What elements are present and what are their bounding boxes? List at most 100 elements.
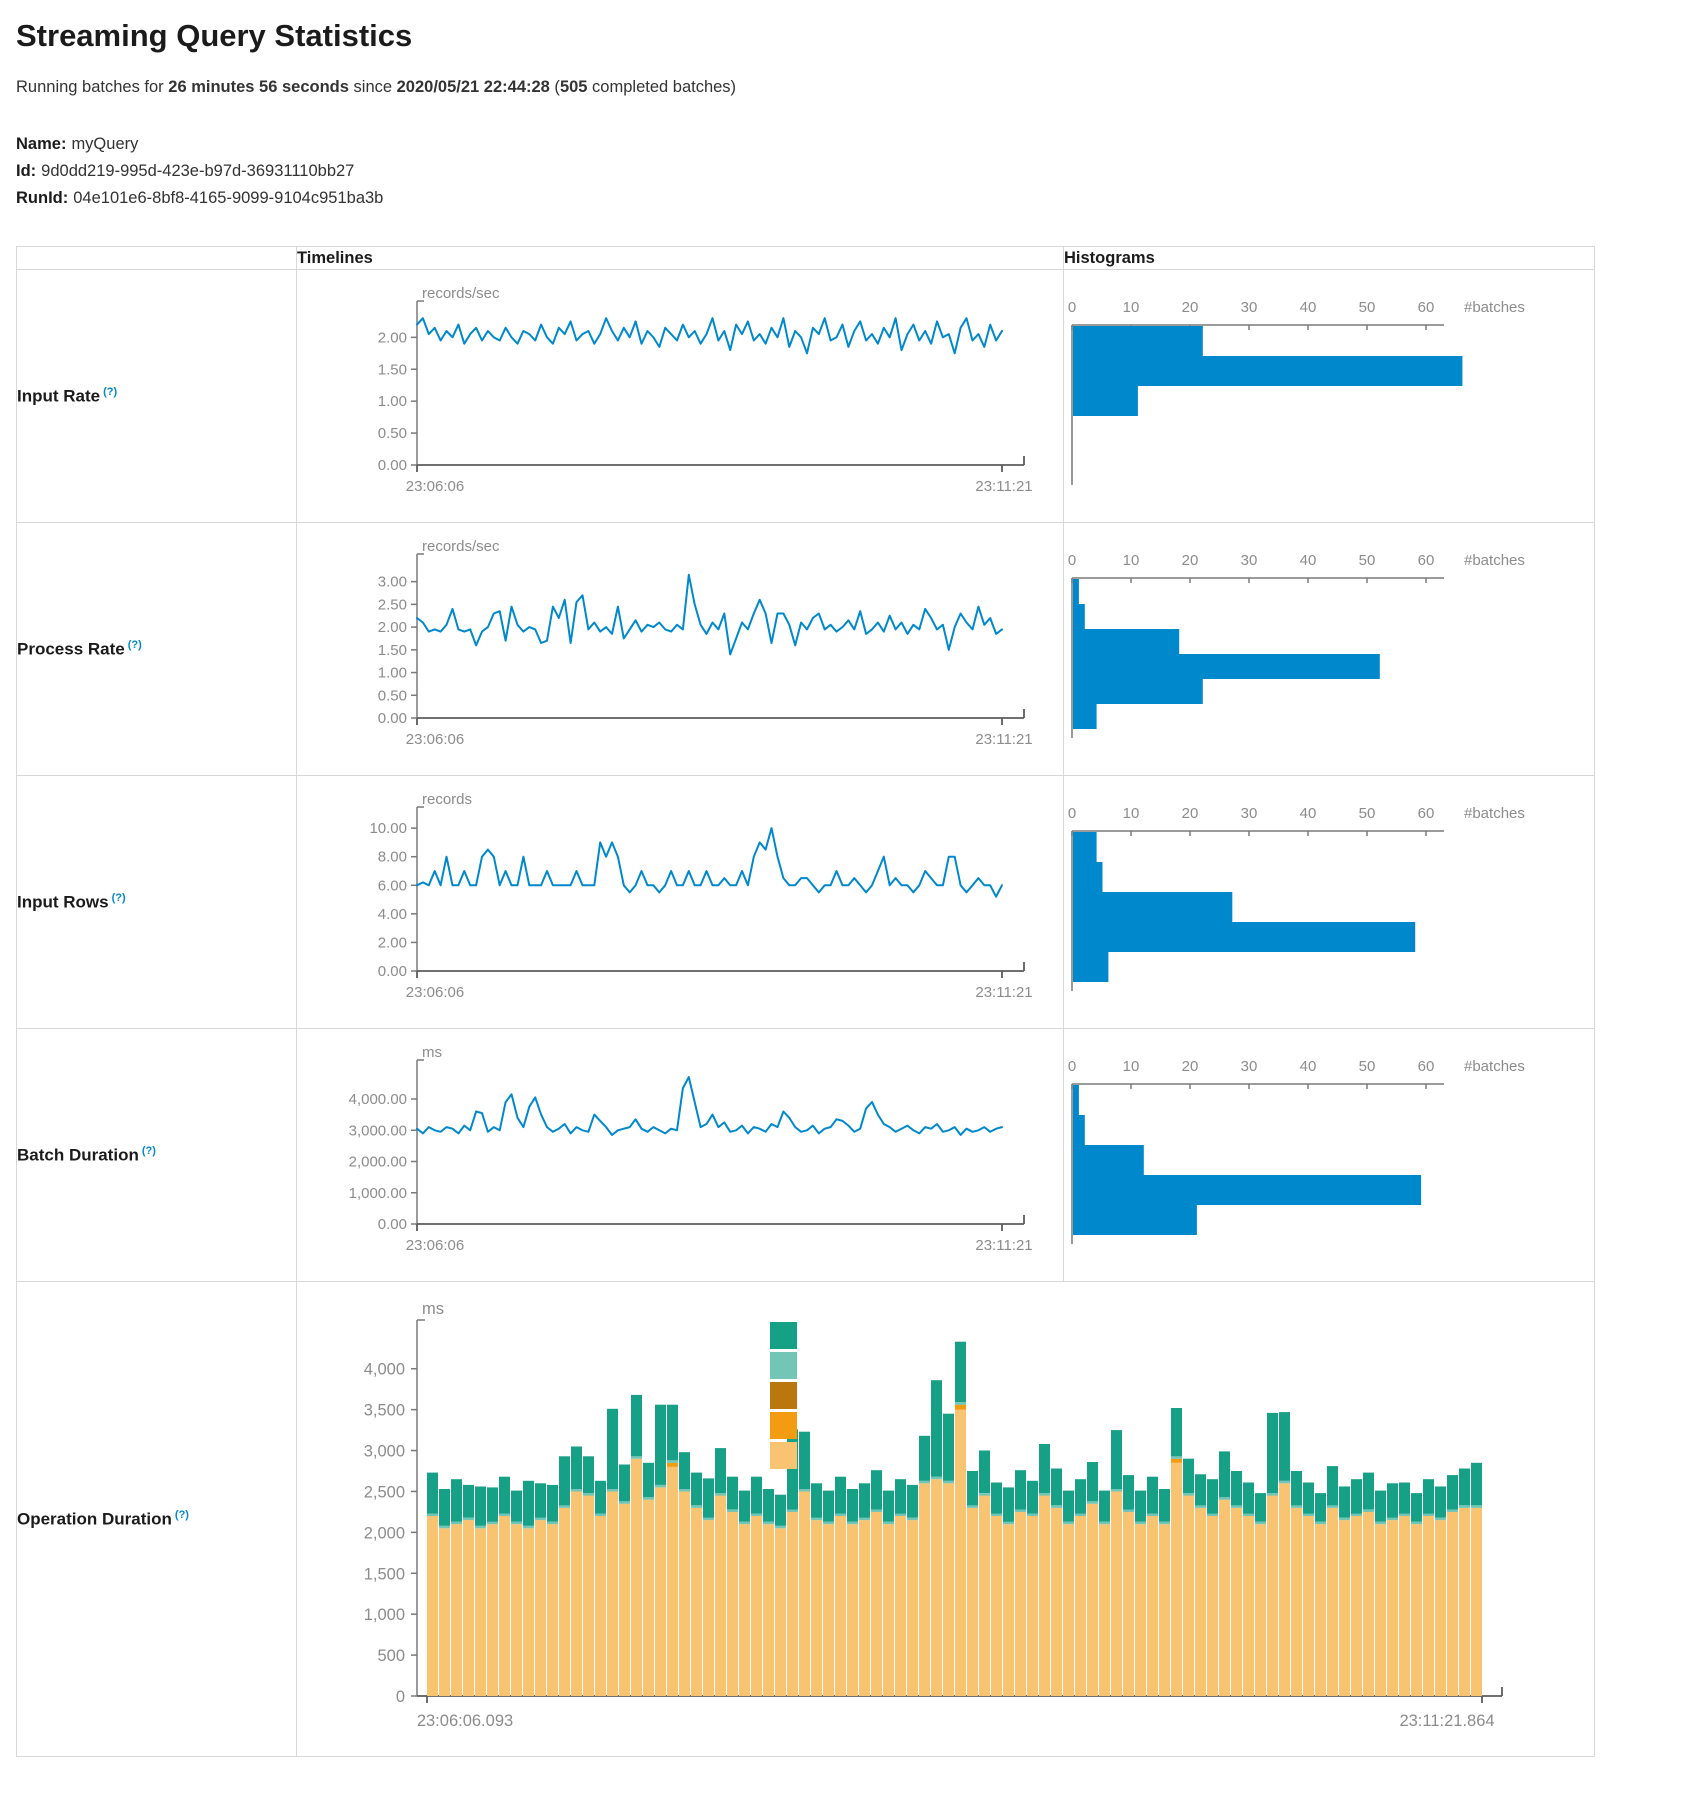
stacked-bar-segment	[715, 1496, 726, 1697]
stacked-bar-segment	[715, 1448, 726, 1493]
stacked-bar-segment	[799, 1432, 810, 1489]
stacked-bar-segment	[463, 1518, 474, 1521]
stacked-bar-segment	[991, 1483, 1002, 1514]
stacked-bar-segment	[1171, 1463, 1182, 1696]
stacked-bar-segment	[535, 1518, 546, 1521]
table-header-row: Timelines Histograms	[17, 247, 1595, 270]
query-runid-label: RunId:	[16, 189, 68, 207]
stacked-bar-segment	[751, 1477, 762, 1514]
help-icon[interactable]: (?)	[128, 639, 142, 651]
svg-text:records: records	[422, 791, 472, 808]
help-icon[interactable]: (?)	[142, 1145, 156, 1157]
stacked-bar-segment	[1147, 1514, 1158, 1517]
row-label-cell-input-rows: Input Rows(?)	[17, 776, 297, 1029]
histogram-cell: 0102030405060#batches	[1064, 523, 1595, 776]
svg-text:#batches: #batches	[1464, 805, 1525, 822]
stacked-bar-segment	[1231, 1471, 1242, 1505]
stacked-bar-segment	[1255, 1522, 1266, 1525]
svg-text:40: 40	[1300, 299, 1317, 316]
row-label-cell-process-rate: Process Rate(?)	[17, 523, 297, 776]
histogram-bar	[1073, 356, 1462, 386]
stacked-bar-segment	[1447, 1512, 1458, 1696]
stacked-bar-segment	[1087, 1462, 1098, 1501]
svg-text:40: 40	[1300, 805, 1317, 822]
stacked-bar-segment	[1459, 1505, 1470, 1508]
svg-text:23:11:21: 23:11:21	[975, 984, 1032, 1001]
stacked-bar-segment	[1183, 1493, 1194, 1496]
histogram-bar	[1073, 629, 1179, 654]
stacked-bar-segment	[823, 1491, 834, 1522]
stacked-bar-segment	[439, 1528, 450, 1696]
stacked-bar-segment	[643, 1463, 654, 1497]
svg-text:10: 10	[1123, 1058, 1140, 1075]
stacked-bar-segment	[571, 1492, 582, 1697]
svg-text:1,500: 1,500	[364, 1565, 405, 1583]
stacked-bar-segment	[751, 1516, 762, 1696]
stacked-bar-segment	[1255, 1493, 1266, 1522]
stacked-bar-segment	[1423, 1479, 1434, 1513]
histogram-bar	[1073, 679, 1203, 704]
stacked-bar-segment	[1051, 1508, 1062, 1696]
stacked-bar-segment	[1315, 1524, 1326, 1696]
stacked-bar-segment	[859, 1518, 870, 1521]
stacked-bar-segment	[1291, 1471, 1302, 1505]
svg-text:30: 30	[1241, 1058, 1258, 1075]
stacked-bar-segment	[1015, 1470, 1026, 1509]
stacked-bar-segment	[1183, 1496, 1194, 1697]
row-label-input-rows: Input Rows	[17, 892, 109, 911]
stacked-bar-segment	[835, 1477, 846, 1514]
stacked-bar-segment	[463, 1520, 474, 1696]
help-icon[interactable]: (?)	[112, 892, 126, 904]
stacked-bar-segment	[871, 1512, 882, 1696]
svg-text:1.00: 1.00	[378, 393, 407, 410]
histogram-bar	[1073, 1205, 1197, 1235]
stacked-bar-segment	[1111, 1430, 1122, 1489]
stacked-bar-segment	[1123, 1475, 1134, 1509]
stacked-bar-segment	[919, 1436, 930, 1481]
svg-text:2.00: 2.00	[378, 329, 407, 346]
stacked-bar-segment	[1267, 1496, 1278, 1697]
svg-text:#batches: #batches	[1464, 1058, 1525, 1075]
run-summary-paren: (	[550, 78, 560, 96]
stacked-bar-segment	[1051, 1469, 1062, 1506]
stacked-bar-segment	[883, 1524, 894, 1696]
help-icon[interactable]: (?)	[175, 1509, 189, 1521]
stacked-bar-segment	[823, 1524, 834, 1696]
stacked-bar-segment	[1075, 1514, 1086, 1517]
stacked-bar-segment	[943, 1483, 954, 1696]
svg-text:20: 20	[1182, 1058, 1199, 1075]
help-icon[interactable]: (?)	[103, 386, 117, 398]
stacked-bar-segment	[1267, 1413, 1278, 1493]
stacked-bar-segment	[811, 1520, 822, 1696]
query-name-value: myQuery	[71, 135, 138, 153]
svg-text:40: 40	[1300, 1058, 1317, 1075]
histogram-bar	[1073, 654, 1380, 679]
svg-text:1.50: 1.50	[378, 361, 407, 378]
histogram-bar	[1073, 1145, 1144, 1175]
stacked-bar-segment	[1303, 1514, 1314, 1517]
stacked-bar-segment	[1471, 1463, 1482, 1506]
input-rate-histogram: 0102030405060#batches	[1068, 299, 1525, 485]
stacked-bar-segment	[1219, 1497, 1230, 1500]
stacked-bar-segment	[1471, 1505, 1482, 1508]
stacked-bar-segment	[607, 1489, 618, 1492]
stacked-bar-segment	[919, 1483, 930, 1696]
stacked-bar-segment	[475, 1487, 486, 1526]
stacked-bar-segment	[1195, 1508, 1206, 1696]
stacked-bar-segment	[571, 1489, 582, 1492]
stacked-bar-segment	[979, 1451, 990, 1494]
stacked-bar-segment	[1243, 1483, 1254, 1514]
stacked-bar-segment	[907, 1518, 918, 1521]
svg-text:30: 30	[1241, 552, 1258, 569]
svg-text:23:06:06: 23:06:06	[406, 1237, 464, 1254]
stacked-bar-segment	[895, 1514, 906, 1517]
stacked-bar-segment	[763, 1524, 774, 1696]
histogram-bar	[1073, 892, 1232, 922]
stacked-bar-segment	[619, 1504, 630, 1696]
stacked-bar-segment	[835, 1514, 846, 1517]
operation-duration: ms05001,0001,5002,0002,5003,0003,5004,00…	[364, 1300, 1502, 1730]
stacked-bar-segment	[583, 1496, 594, 1697]
stacked-bar-segment	[535, 1483, 546, 1517]
stacked-bar-segment	[1315, 1522, 1326, 1525]
stacked-bar-segment	[1075, 1516, 1086, 1696]
